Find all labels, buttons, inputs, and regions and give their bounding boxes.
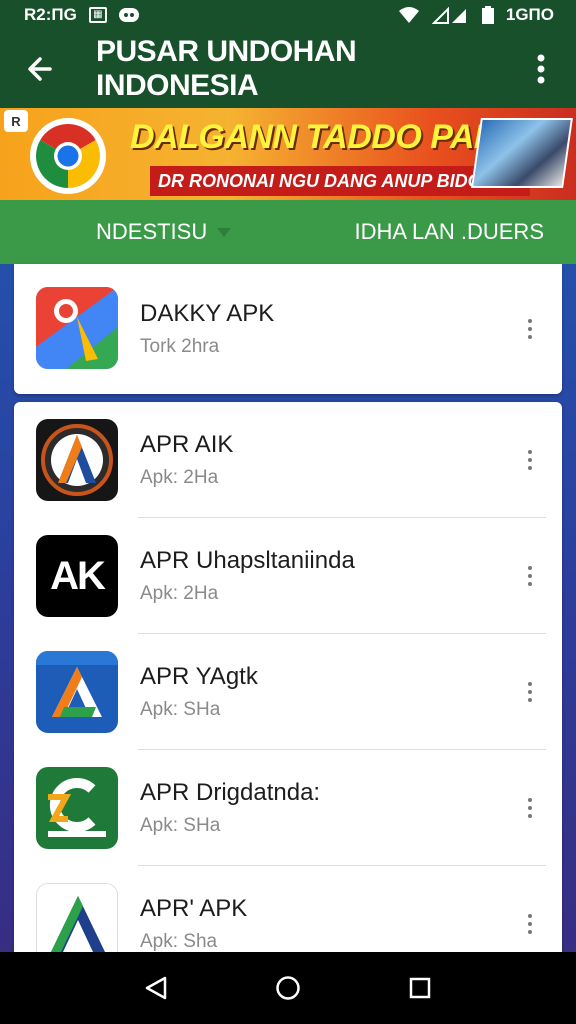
app-meta: Apk: Sha [140,931,218,952]
list-item[interactable]: APR' APK Apk: Sha [14,866,562,962]
gallery-icon: ▦ [88,7,107,23]
app-list-card: APR AIK Apk: 2Ha AK APR Uhapsltaniinda A… [14,402,562,962]
app-text: APR' APK Apk: Sha [140,895,247,953]
banner-photo [471,118,573,188]
app-name: DAKKY APK [140,300,275,327]
tab-right-label: IDHA LAN .DUERS [354,219,545,244]
app-bar: PUSAR UNDOHAN INDONESIA [0,30,576,108]
status-bar: R2:ПG ▦ 1GПO [0,0,576,30]
wifi-icon [398,6,420,24]
more-vertical-icon[interactable] [518,440,542,480]
more-vertical-icon[interactable] [518,556,542,596]
status-left: R2:ПG ▦ [24,5,139,25]
status-right: 1GПO [398,5,554,25]
app-text: APR YAgtk Apk: SHa [140,663,258,721]
home-icon [276,976,300,1000]
chat-icon [118,8,139,22]
app-text: APR AIK Apk: 2Ha [140,431,233,489]
promo-banner[interactable]: R DALGANN TADDO PAN! DR RONONAI NGU DANG… [0,108,576,200]
app-meta: Apk: 2Ha [140,583,219,604]
emblem-a-icon [36,419,118,501]
more-vertical-icon[interactable] [518,904,542,944]
list-item[interactable]: APR Drigdatnda: Apk: SHa [14,750,562,866]
app-meta: Tork 2hra [140,336,220,357]
more-vertical-icon[interactable] [518,788,542,828]
status-time: R2:ПG [24,5,77,24]
list-item[interactable]: DAKKY APK Tork 2hra [14,264,562,394]
nav-recents-button[interactable] [396,964,444,1012]
tab-strip: NDESTISU IDHA LAN .DUERS [0,200,576,264]
more-vertical-icon[interactable] [518,672,542,712]
recents-icon [409,977,431,999]
banner-headline: DALGANN TADDO PAN! [130,118,509,156]
battery-icon [481,6,494,24]
ak-icon-text: AK [50,553,106,598]
featured-card: DAKKY APK Tork 2hra [14,264,562,394]
green-c-icon [36,767,118,849]
status-right-text: 1GПO [505,5,554,24]
app-text: APR Drigdatnda: Apk: SHa [140,779,320,837]
arrow-left-icon [28,57,52,81]
app-name: APR Uhapsltaniinda [140,547,355,574]
app-name: APR AIK [140,431,234,458]
blue-a-icon [36,651,118,733]
more-vertical-icon[interactable] [518,309,542,349]
app-text: DAKKY APK Tork 2hra [140,300,274,358]
chrome-logo-icon [30,118,106,194]
app-name: APR Drigdatnda: [140,779,321,806]
tab-left-label: NDESTISU [96,219,208,244]
nav-back-button[interactable] [132,964,180,1012]
app-meta: Apk: SHa [140,699,221,720]
caret-down-icon [217,227,232,237]
banner-badge: R [4,110,28,132]
list-item[interactable]: AK APR Uhapsltaniinda Apk: 2Ha [14,518,562,634]
app-name: APR YAgtk [140,663,258,690]
app-meta: Apk: 2Ha [140,467,219,488]
app-name: APR' APK [140,895,248,922]
list-item[interactable]: APR AIK Apk: 2Ha [14,402,562,518]
back-button[interactable] [0,30,80,108]
overflow-menu-button[interactable] [506,30,576,108]
tab-left[interactable]: NDESTISU [96,219,232,245]
app-meta: Apk: SHa [140,815,221,836]
app-text: APR Uhapsltaniinda Apk: 2Ha [140,547,355,605]
signal-icon [431,6,470,24]
flag-a-icon [36,883,118,962]
list-item[interactable]: APR YAgtk Apk: SHa [14,634,562,750]
tab-right[interactable]: IDHA LAN .DUERS [355,219,545,245]
page-title: PUSAR UNDOHAN INDONESIA [96,35,357,102]
maps-icon [36,287,118,369]
system-nav-bar [0,952,576,1024]
more-vertical-icon [537,54,545,84]
back-icon [145,976,167,1000]
ak-icon: AK [36,535,118,617]
nav-home-button[interactable] [264,964,312,1012]
